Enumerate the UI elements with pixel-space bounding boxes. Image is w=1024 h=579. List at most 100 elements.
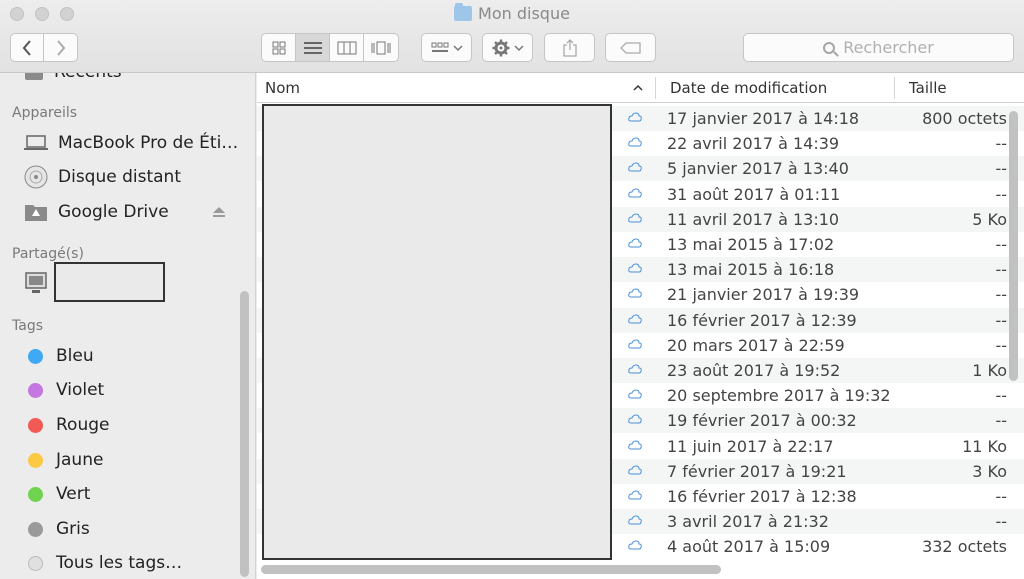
cloud-icon bbox=[628, 440, 642, 450]
sidebar-tag-green[interactable]: Vert bbox=[24, 481, 90, 507]
size-cell: -- bbox=[995, 335, 1007, 355]
sidebar-tag-gray[interactable]: Gris bbox=[24, 516, 90, 542]
arrange-icon bbox=[431, 42, 448, 52]
sidebar-item-label: MacBook Pro de Éti… bbox=[58, 133, 239, 153]
sidebar-item-shared-computer[interactable] bbox=[24, 270, 48, 296]
modified-date-cell: 31 août 2017 à 01:11 bbox=[667, 184, 841, 204]
edit-tags-button[interactable] bbox=[605, 33, 656, 62]
forward-button[interactable] bbox=[44, 34, 77, 61]
sidebar-item-google-drive[interactable]: Google Drive bbox=[24, 199, 169, 225]
redacted-shared-name bbox=[54, 262, 165, 302]
sidebar-item-label: Tous les tags… bbox=[56, 553, 183, 573]
chevron-right-icon bbox=[56, 39, 65, 56]
modified-date-cell: 21 janvier 2017 à 19:39 bbox=[667, 285, 860, 305]
vertical-scrollbar[interactable] bbox=[1009, 111, 1018, 381]
arrange-button[interactable] bbox=[421, 33, 472, 62]
sidebar-item-label: Bleu bbox=[56, 346, 94, 366]
column-header-name[interactable]: Nom bbox=[265, 79, 300, 97]
size-cell: -- bbox=[995, 512, 1007, 532]
computer-icon bbox=[25, 272, 47, 293]
sidebar-item-label: Jaune bbox=[56, 450, 104, 470]
modified-date-cell: 3 avril 2017 à 21:32 bbox=[667, 512, 829, 532]
eject-icon[interactable] bbox=[212, 206, 226, 218]
modified-date-cell: 11 juin 2017 à 22:17 bbox=[667, 436, 834, 456]
size-cell: 5 Ko bbox=[972, 209, 1007, 229]
sidebar-tag-blue[interactable]: Bleu bbox=[24, 343, 94, 369]
window-title-text: Mon disque bbox=[478, 4, 570, 23]
coverflow-view-button[interactable] bbox=[364, 34, 398, 61]
gear-icon bbox=[492, 39, 509, 56]
tag-color-dot bbox=[28, 486, 43, 502]
sidebar-tag-violet[interactable]: Violet bbox=[24, 377, 104, 403]
size-cell: 332 octets bbox=[922, 537, 1007, 557]
modified-date-cell: 22 avril 2017 à 14:39 bbox=[667, 134, 840, 154]
modified-date-cell: 20 septembre 2017 à 19:32 bbox=[667, 386, 891, 406]
icon-view-button[interactable] bbox=[262, 34, 296, 61]
column-view-icon bbox=[337, 41, 356, 54]
sidebar-tag-yellow[interactable]: Jaune bbox=[24, 447, 103, 473]
sort-ascending-icon bbox=[633, 84, 643, 91]
modified-date-cell: 13 mai 2015 à 17:02 bbox=[667, 235, 835, 254]
size-cell: -- bbox=[995, 134, 1007, 154]
folder-icon bbox=[454, 3, 473, 21]
search-input[interactable]: Rechercher bbox=[743, 33, 1014, 62]
size-cell: 800 octets bbox=[922, 109, 1007, 128]
column-separator[interactable] bbox=[894, 77, 895, 99]
sidebar: Récents Appareils MacBook Pro de Éti… Di… bbox=[0, 73, 256, 579]
modified-date-cell: 16 février 2017 à 12:38 bbox=[667, 487, 857, 506]
cloud-icon bbox=[628, 188, 642, 198]
modified-date-cell: 11 avril 2017 à 13:10 bbox=[667, 209, 840, 229]
size-cell: -- bbox=[995, 260, 1007, 280]
cloud-icon bbox=[628, 112, 642, 122]
list-view-icon bbox=[303, 41, 322, 54]
modified-date-cell: 5 janvier 2017 à 13:40 bbox=[667, 159, 849, 179]
modified-date-cell: 16 février 2017 à 12:39 bbox=[667, 310, 857, 330]
sidebar-item-label: Google Drive bbox=[58, 202, 169, 222]
icon-view-icon bbox=[272, 41, 285, 54]
size-cell: -- bbox=[995, 285, 1007, 305]
column-header-size[interactable]: Taille bbox=[909, 79, 947, 97]
action-button[interactable] bbox=[482, 33, 533, 62]
column-view-button[interactable] bbox=[330, 34, 364, 61]
chevron-down-icon bbox=[513, 44, 524, 51]
cloud-icon bbox=[628, 263, 642, 273]
cloud-icon bbox=[628, 364, 642, 374]
all-tags-icon bbox=[28, 555, 43, 571]
tag-color-dot bbox=[28, 521, 43, 537]
sidebar-item-remote-disc[interactable]: Disque distant bbox=[24, 164, 181, 190]
sidebar-all-tags[interactable]: Tous les tags… bbox=[24, 550, 182, 576]
sidebar-scrollbar[interactable] bbox=[240, 291, 249, 577]
search-placeholder: Rechercher bbox=[843, 38, 934, 57]
chevron-down-icon bbox=[452, 44, 463, 51]
horizontal-scrollbar[interactable] bbox=[261, 565, 721, 574]
sidebar-item-macbook[interactable]: MacBook Pro de Éti… bbox=[24, 130, 238, 156]
sidebar-item-recents[interactable]: Récents bbox=[24, 73, 122, 85]
cloud-icon bbox=[628, 465, 642, 475]
modified-date-cell: 23 août 2017 à 19:52 bbox=[667, 361, 841, 380]
cloud-icon bbox=[628, 515, 642, 525]
modified-date-cell: 19 février 2017 à 00:32 bbox=[667, 411, 857, 431]
column-header-date[interactable]: Date de modification bbox=[670, 79, 827, 97]
tag-color-dot bbox=[28, 452, 43, 468]
cloud-icon bbox=[628, 389, 642, 399]
size-cell: 11 Ko bbox=[962, 436, 1007, 456]
disc-icon bbox=[24, 165, 48, 189]
search-icon bbox=[823, 41, 836, 54]
cloud-icon bbox=[628, 540, 642, 550]
tag-color-dot bbox=[28, 348, 43, 364]
modified-date-cell: 4 août 2017 à 15:09 bbox=[667, 537, 831, 557]
view-mode-selector bbox=[261, 33, 399, 62]
back-button[interactable] bbox=[11, 34, 45, 61]
size-cell: -- bbox=[995, 386, 1007, 406]
size-cell: -- bbox=[995, 310, 1007, 330]
modified-date-cell: 7 février 2017 à 19:21 bbox=[667, 461, 847, 481]
redacted-file-names bbox=[262, 104, 612, 560]
size-cell: -- bbox=[995, 411, 1007, 431]
sidebar-tag-red[interactable]: Rouge bbox=[24, 412, 109, 438]
column-separator[interactable] bbox=[655, 77, 656, 99]
share-button[interactable] bbox=[544, 33, 595, 62]
cloud-icon bbox=[628, 137, 642, 147]
list-view-button[interactable] bbox=[296, 34, 330, 61]
size-cell: 1 Ko bbox=[972, 361, 1007, 380]
share-icon bbox=[562, 38, 577, 57]
